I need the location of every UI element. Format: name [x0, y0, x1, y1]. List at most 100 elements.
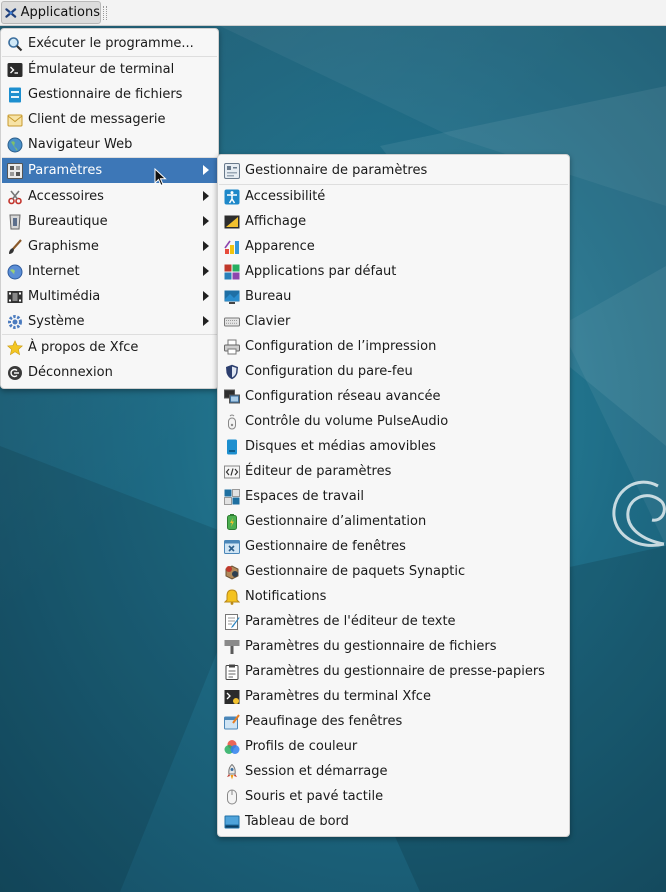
submenu-item-settings-editor[interactable]: Éditeur de paramètres [219, 459, 568, 484]
submenu-item-accessibility[interactable]: Accessibilité [219, 184, 568, 209]
menu-item-label: Paramètres du gestionnaire de presse-pap… [245, 664, 545, 679]
menu-item-label: Paramètres de l'éditeur de texte [245, 614, 456, 629]
panel-handle[interactable] [103, 6, 107, 20]
submenu-item-mouse[interactable]: Souris et pavé tactile [219, 784, 568, 809]
menu-item-about-xfce[interactable]: À propos de Xfce [2, 335, 217, 360]
applications-menu-button[interactable]: Applications [1, 1, 101, 24]
submenu-item-keyboard[interactable]: Clavier [219, 309, 568, 334]
desktop-icon [224, 290, 240, 304]
settings-editor-icon [224, 465, 240, 478]
submenu-item-panel[interactable]: Tableau de bord [219, 809, 568, 834]
menu-item-label: Souris et pavé tactile [245, 789, 384, 804]
submenu-item-terminal-settings[interactable]: Paramètres du terminal Xfce [219, 684, 568, 709]
menu-item-label: Accessibilité [245, 189, 326, 204]
menu-item-web-browser[interactable]: Navigateur Web [2, 132, 217, 157]
workspaces-icon [224, 488, 240, 505]
submenu-item-firewall[interactable]: Configuration du pare-feu [219, 359, 568, 384]
settings-submenu: Gestionnaire de paramètres Accessibilité… [217, 154, 570, 837]
keyboard-icon [224, 317, 240, 326]
submenu-item-color-profiles[interactable]: Profils de couleur [219, 734, 568, 759]
network-icon [224, 389, 240, 403]
menu-item-multimedia[interactable]: Multimédia [2, 284, 217, 309]
menu-item-label: Graphisme [28, 239, 99, 254]
menu-item-label: Accessoires [28, 189, 104, 204]
menu-item-label: Internet [28, 264, 80, 279]
graphics-icon [9, 238, 22, 254]
terminal-settings-icon [224, 689, 240, 704]
menu-item-label: Client de messagerie [28, 112, 166, 127]
applications-menu: Exécuter le programme... Émulateur de te… [0, 28, 219, 389]
system-icon [8, 314, 22, 329]
menu-item-label: Configuration réseau avancée [245, 389, 441, 404]
menu-item-label: Déconnexion [28, 365, 113, 380]
window-tweaks-icon [224, 713, 240, 729]
menu-item-graphics[interactable]: Graphisme [2, 234, 217, 259]
submenu-item-session[interactable]: Session et démarrage [219, 759, 568, 784]
submenu-item-volume[interactable]: Contrôle du volume PulseAudio [219, 409, 568, 434]
menu-item-system[interactable]: Système [2, 309, 217, 334]
submenu-item-text-editor[interactable]: Paramètres de l'éditeur de texte [219, 609, 568, 634]
submenu-item-appearance[interactable]: Apparence [219, 234, 568, 259]
menu-item-label: Paramètres [28, 163, 103, 178]
menu-item-label: Contrôle du volume PulseAudio [245, 414, 449, 429]
star-icon [7, 339, 23, 355]
menu-item-label: Gestionnaire de paramètres [245, 163, 428, 178]
menu-item-label: Affichage [245, 214, 307, 229]
menu-item-internet[interactable]: Internet [2, 259, 217, 284]
menu-item-mail-client[interactable]: Client de messagerie [2, 107, 217, 132]
submenu-arrow-icon [203, 266, 209, 276]
submenu-item-window-manager[interactable]: Gestionnaire de fenêtres [219, 534, 568, 559]
menu-item-label: Peaufinage des fenêtres [245, 714, 403, 729]
window-manager-icon [224, 539, 240, 554]
menu-item-label: Gestionnaire d’alimentation [245, 514, 427, 529]
text-editor-icon [225, 613, 240, 630]
accessibility-icon [224, 189, 240, 204]
menu-item-label: Profils de couleur [245, 739, 358, 754]
submenu-item-network[interactable]: Configuration réseau avancée [219, 384, 568, 409]
menu-item-file-manager[interactable]: Gestionnaire de fichiers [2, 82, 217, 107]
submenu-item-clipboard[interactable]: Paramètres du gestionnaire de presse-pap… [219, 659, 568, 684]
submenu-item-removable-media[interactable]: Disques et médias amovibles [219, 434, 568, 459]
submenu-item-notifications[interactable]: Notifications [219, 584, 568, 609]
submenu-item-window-tweaks[interactable]: Peaufinage des fenêtres [219, 709, 568, 734]
submenu-item-printing[interactable]: Configuration de l’impression [219, 334, 568, 359]
submenu-item-settings-manager[interactable]: Gestionnaire de paramètres [219, 158, 568, 183]
menu-item-settings[interactable]: Paramètres [2, 158, 217, 183]
terminal-icon [7, 62, 23, 77]
menu-item-label: Configuration de l’impression [245, 339, 437, 354]
menu-item-label: Gestionnaire de paquets Synaptic [245, 564, 466, 579]
default-apps-icon [224, 264, 240, 279]
menu-item-label: Session et démarrage [245, 764, 388, 779]
menu-item-logout[interactable]: Déconnexion [2, 360, 217, 385]
panel-icon [224, 815, 240, 828]
submenu-item-default-apps[interactable]: Applications par défaut [219, 259, 568, 284]
internet-icon [7, 264, 23, 279]
menu-item-label: Paramètres du terminal Xfce [245, 689, 431, 704]
menu-item-terminal[interactable]: Émulateur de terminal [2, 57, 217, 82]
submenu-item-display[interactable]: Affichage [219, 209, 568, 234]
menu-item-office[interactable]: Bureautique [2, 209, 217, 234]
menu-item-label: Bureau [245, 289, 292, 304]
menu-item-label: Configuration du pare-feu [245, 364, 413, 379]
mouse-cursor-icon [154, 168, 167, 187]
submenu-item-power-manager[interactable]: Gestionnaire d’alimentation [219, 509, 568, 534]
menu-item-label: Bureautique [28, 214, 108, 229]
submenu-item-desktop[interactable]: Bureau [219, 284, 568, 309]
submenu-item-file-manager-settings[interactable]: Paramètres du gestionnaire de fichiers [219, 634, 568, 659]
menu-item-label: Disques et médias amovibles [245, 439, 436, 454]
volume-icon [228, 414, 236, 429]
submenu-item-workspaces[interactable]: Espaces de travail [219, 484, 568, 509]
menu-item-label: À propos de Xfce [28, 340, 139, 355]
submenu-item-synaptic[interactable]: Gestionnaire de paquets Synaptic [219, 559, 568, 584]
applications-menu-label: Applications [20, 5, 100, 20]
mouse-icon [227, 789, 237, 804]
menu-item-accessories[interactable]: Accessoires [2, 184, 217, 209]
settings-manager-icon [224, 162, 240, 179]
bell-icon [224, 588, 240, 605]
menu-item-label: Tableau de bord [245, 814, 349, 829]
submenu-arrow-icon [203, 241, 209, 251]
power-manager-icon [227, 513, 237, 530]
menu-item-label: Clavier [245, 314, 291, 329]
menu-item-run-program[interactable]: Exécuter le programme... [2, 31, 217, 56]
file-manager-icon [9, 87, 21, 102]
